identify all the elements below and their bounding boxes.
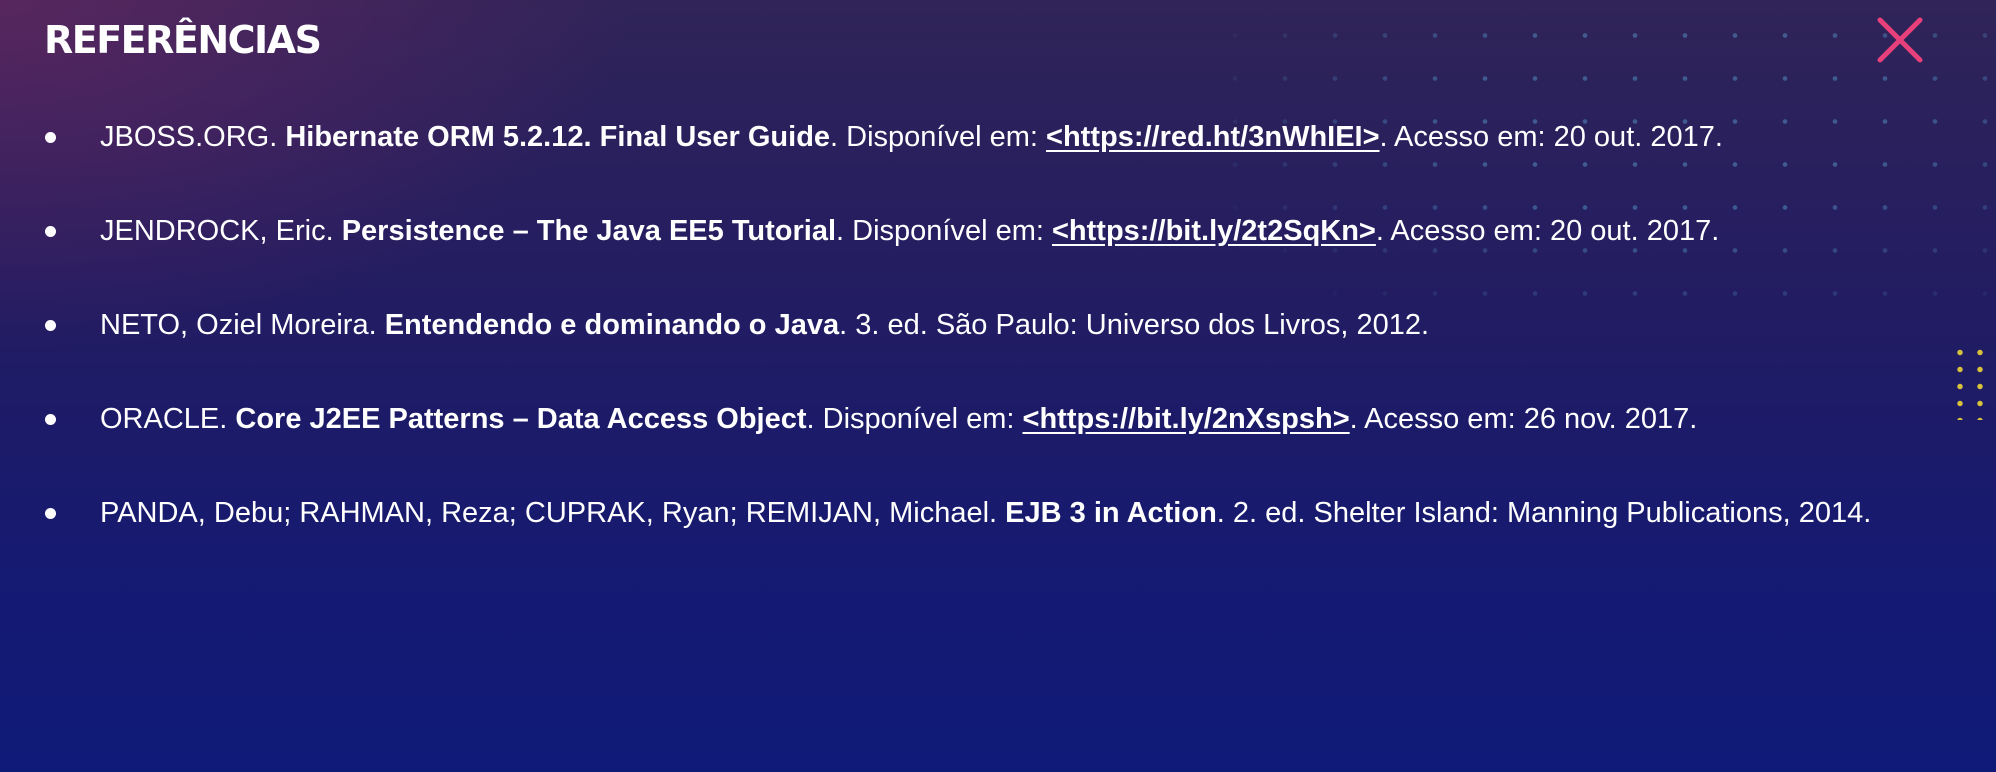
reference-link[interactable]: <https://red.ht/3nWhIEI> bbox=[1046, 121, 1380, 153]
reference-author: PANDA, Debu; RAHMAN, Reza; CUPRAK, Ryan;… bbox=[100, 497, 998, 529]
reference-author: JBOSS.ORG. bbox=[100, 121, 278, 153]
reference-access-date: . Acesso em: 26 nov. 2017. bbox=[1349, 403, 1698, 435]
reference-author: ORACLE. bbox=[100, 403, 228, 435]
reference-availability-text: . Disponível em: bbox=[836, 215, 1052, 247]
reference-title: Persistence – The Java EE5 Tutorial bbox=[341, 215, 837, 247]
reference-title: Entendendo e dominando o Java bbox=[384, 309, 840, 341]
bullet-icon bbox=[45, 414, 56, 425]
reference-access-date: . Acesso em: 20 out. 2017. bbox=[1379, 121, 1723, 153]
reference-title: EJB 3 in Action bbox=[1005, 497, 1217, 529]
reference-item: ORACLE. Core J2EE Patterns – Data Access… bbox=[0, 392, 1900, 446]
reference-item: JBOSS.ORG. Hibernate ORM 5.2.12. Final U… bbox=[0, 110, 1900, 164]
reference-title: Hibernate ORM 5.2.12. Final User Guide bbox=[285, 121, 831, 153]
bullet-icon bbox=[45, 226, 56, 237]
reference-link[interactable]: <https://bit.ly/2nXspsh> bbox=[1023, 403, 1350, 435]
page-header: REFERÊNCIAS bbox=[44, 10, 322, 70]
reference-item: JENDROCK, Eric. Persistence – The Java E… bbox=[0, 204, 1900, 258]
reference-publication-info: . 2. ed. Shelter Island: Manning Publica… bbox=[1216, 497, 1872, 529]
reference-availability-text: . Disponível em: bbox=[806, 403, 1023, 435]
reference-availability-text: . Disponível em: bbox=[830, 121, 1047, 153]
bullet-icon bbox=[45, 508, 56, 519]
reference-item: NETO, Oziel Moreira. Entendendo e domina… bbox=[0, 298, 1900, 352]
yellow-dots-decoration bbox=[1950, 344, 1990, 420]
close-x-icon bbox=[1877, 17, 1923, 63]
reference-list: JBOSS.ORG. Hibernate ORM 5.2.12. Final U… bbox=[0, 110, 1900, 540]
bullet-icon bbox=[45, 320, 56, 331]
reference-title: Core J2EE Patterns – Data Access Object bbox=[235, 403, 807, 435]
close-button[interactable] bbox=[1872, 12, 1928, 68]
reference-access-date: . Acesso em: 20 out. 2017. bbox=[1375, 215, 1720, 247]
reference-link[interactable]: <https://bit.ly/2t2SqKn> bbox=[1052, 215, 1376, 247]
reference-item: PANDA, Debu; RAHMAN, Reza; CUPRAK, Ryan;… bbox=[0, 486, 1900, 540]
reference-author: NETO, Oziel Moreira. bbox=[100, 309, 377, 341]
reference-publication-info: . 3. ed. São Paulo: Universo dos Livros,… bbox=[839, 309, 1430, 341]
bullet-icon bbox=[45, 132, 56, 143]
page-title: REFERÊNCIAS bbox=[44, 18, 322, 62]
reference-author: JENDROCK, Eric. bbox=[100, 215, 334, 247]
